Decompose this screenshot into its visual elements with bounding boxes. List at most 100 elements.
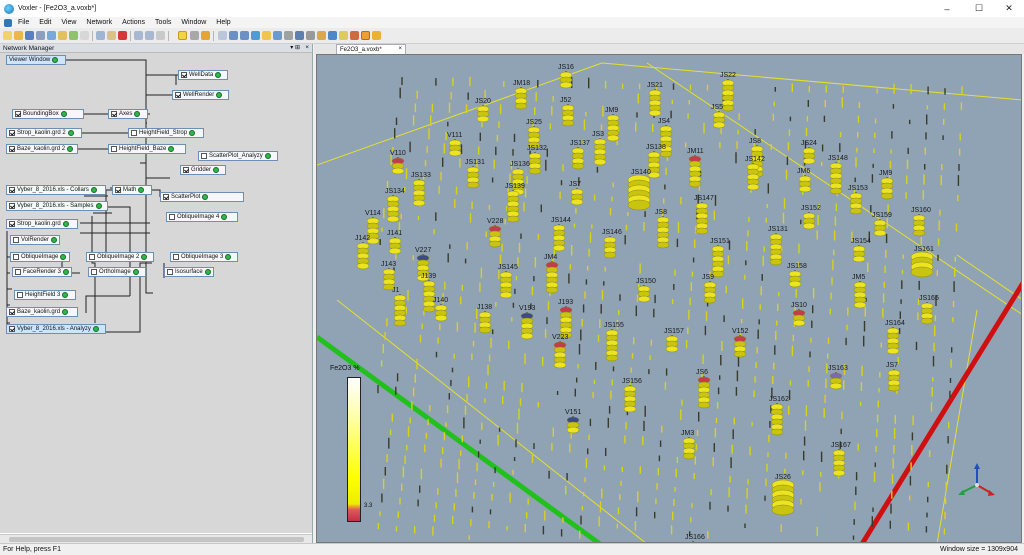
well-marker[interactable]: JS161 xyxy=(910,246,934,278)
well-marker[interactable]: JS10 xyxy=(791,302,807,327)
minimize-button[interactable]: – xyxy=(932,0,962,17)
output-port[interactable] xyxy=(221,214,228,220)
output-port[interactable] xyxy=(213,167,220,173)
help-pointer-icon[interactable] xyxy=(156,31,165,40)
node-checkbox[interactable] xyxy=(91,269,97,275)
node-strop-kaolin-grd[interactable]: Strop_kaolin.grd xyxy=(6,219,78,229)
output-port[interactable] xyxy=(95,203,102,209)
well-marker[interactable]: JS21 xyxy=(647,82,663,117)
node-obliqueimage[interactable]: ObliqueImage xyxy=(10,252,70,262)
menu-window[interactable]: Window xyxy=(181,19,206,26)
3d-viewport[interactable]: JS16 JM18 JS21 JS22 JS20 J52 JM9 JS4 JS5 JS25 JS3 J… xyxy=(316,54,1022,543)
node-checkbox[interactable] xyxy=(9,187,15,193)
node-checkbox[interactable] xyxy=(173,254,179,260)
well-marker[interactable]: JS151 xyxy=(710,238,730,278)
well-marker[interactable]: J141 xyxy=(387,230,402,255)
output-port[interactable] xyxy=(60,254,67,260)
node-checkbox[interactable] xyxy=(183,167,189,173)
output-port[interactable] xyxy=(62,221,69,227)
node-checkbox[interactable] xyxy=(111,111,117,117)
well-marker[interactable]: JS7 xyxy=(886,362,901,392)
close-button[interactable]: ✕ xyxy=(994,0,1024,17)
output-port[interactable] xyxy=(202,194,209,200)
output-port[interactable] xyxy=(189,130,196,136)
well-marker[interactable]: J52 xyxy=(560,97,575,127)
node-checkbox[interactable] xyxy=(9,221,15,227)
well-marker[interactable]: V111 xyxy=(447,132,462,157)
menu-edit[interactable]: Edit xyxy=(39,19,51,26)
node-checkbox[interactable] xyxy=(15,269,21,275)
well-marker[interactable]: JS159 xyxy=(872,212,892,237)
well-marker[interactable]: J1 xyxy=(392,287,407,327)
view-iso-icon[interactable] xyxy=(273,31,282,40)
zoom-icon[interactable] xyxy=(201,31,210,40)
output-port[interactable] xyxy=(216,92,223,98)
node-checkbox[interactable] xyxy=(9,203,15,209)
select-tool-icon[interactable] xyxy=(178,31,187,40)
node-isosurface[interactable]: Isosurface xyxy=(164,267,214,277)
node-welldata[interactable]: WellData xyxy=(178,70,228,80)
well-marker[interactable]: JS163 xyxy=(828,365,848,390)
node-scatterplot-analyzy[interactable]: ScatterPlot_Analyzy xyxy=(198,151,278,161)
node-wellrender[interactable]: WellRender xyxy=(172,90,229,100)
node-checkbox[interactable] xyxy=(115,187,121,193)
capture-icon[interactable] xyxy=(328,31,337,40)
new-icon[interactable] xyxy=(3,31,12,40)
node-heightfield-strop[interactable]: HeightField_Strop xyxy=(128,128,204,138)
node-viewer-window[interactable]: Viewer Window xyxy=(6,55,66,65)
well-marker[interactable]: JS147 xyxy=(694,195,714,235)
well-marker[interactable]: JS160 xyxy=(911,207,931,237)
well-marker[interactable]: JM18 xyxy=(513,80,530,110)
node-facerender-3[interactable]: FaceRender 3 xyxy=(12,267,72,277)
menu-view[interactable]: View xyxy=(61,19,76,26)
well-marker[interactable]: JS162 xyxy=(769,396,789,436)
tab-close-icon[interactable]: × xyxy=(398,46,402,52)
output-port[interactable] xyxy=(67,146,74,152)
well-marker[interactable]: JM6 xyxy=(797,168,812,193)
menu-help[interactable]: Help xyxy=(216,19,230,26)
menu-network[interactable]: Network xyxy=(86,19,112,26)
well-marker[interactable]: JS156 xyxy=(622,378,642,413)
well-marker[interactable]: JS133 xyxy=(411,172,431,207)
well-marker[interactable]: V228 xyxy=(487,218,503,248)
node-math[interactable]: Math xyxy=(112,185,152,195)
well-marker[interactable]: JS6 xyxy=(696,369,711,409)
well-marker[interactable]: J138 xyxy=(477,304,492,334)
node-vyber-samples[interactable]: Vyber_8_2016.xls - Samples xyxy=(6,201,108,211)
stop-icon[interactable] xyxy=(350,31,359,40)
camera-icon[interactable] xyxy=(295,31,304,40)
undo-icon[interactable] xyxy=(134,31,143,40)
view-reset-icon[interactable] xyxy=(284,31,293,40)
node-heightfield-baze[interactable]: HeightField_Baze xyxy=(108,144,186,154)
network-canvas[interactable]: Viewer Window WellData WellRender Boundi… xyxy=(0,53,312,533)
node-heightfield-3[interactable]: HeightField 3 xyxy=(14,290,76,300)
node-checkbox[interactable] xyxy=(15,111,21,117)
render-icon[interactable] xyxy=(317,31,326,40)
view-side-icon[interactable] xyxy=(240,31,249,40)
cut-icon[interactable] xyxy=(80,31,89,40)
well-marker[interactable]: J143 xyxy=(381,261,396,291)
node-checkbox[interactable] xyxy=(17,292,23,298)
output-port[interactable] xyxy=(204,269,211,275)
well-marker[interactable]: V151 xyxy=(565,409,581,434)
well-marker[interactable]: JM9 xyxy=(605,107,620,142)
well-marker[interactable]: J193 xyxy=(558,299,573,339)
output-port[interactable] xyxy=(138,187,145,193)
node-checkbox[interactable] xyxy=(163,194,169,200)
well-marker[interactable]: JS134 xyxy=(385,188,405,223)
menu-actions[interactable]: Actions xyxy=(122,19,145,26)
well-marker[interactable]: JM9 xyxy=(879,170,894,200)
well-marker[interactable]: JS140 xyxy=(627,169,651,211)
output-port[interactable] xyxy=(62,292,69,298)
output-port[interactable] xyxy=(63,269,70,275)
node-gridder[interactable]: Gridder xyxy=(180,165,226,175)
well-marker[interactable]: JS16 xyxy=(558,64,574,89)
well-marker[interactable]: J139 xyxy=(421,273,436,313)
node-checkbox[interactable] xyxy=(89,254,95,260)
node-boundingbox[interactable]: BoundingBox xyxy=(12,109,84,119)
node-vyber-collars[interactable]: Vyber_8_2016.xls - Collars xyxy=(6,185,106,195)
well-marker[interactable]: JS155 xyxy=(604,322,624,362)
well-marker[interactable]: JS150 xyxy=(636,278,656,303)
output-port[interactable] xyxy=(62,309,69,315)
well-marker[interactable]: JM11 xyxy=(687,148,704,188)
